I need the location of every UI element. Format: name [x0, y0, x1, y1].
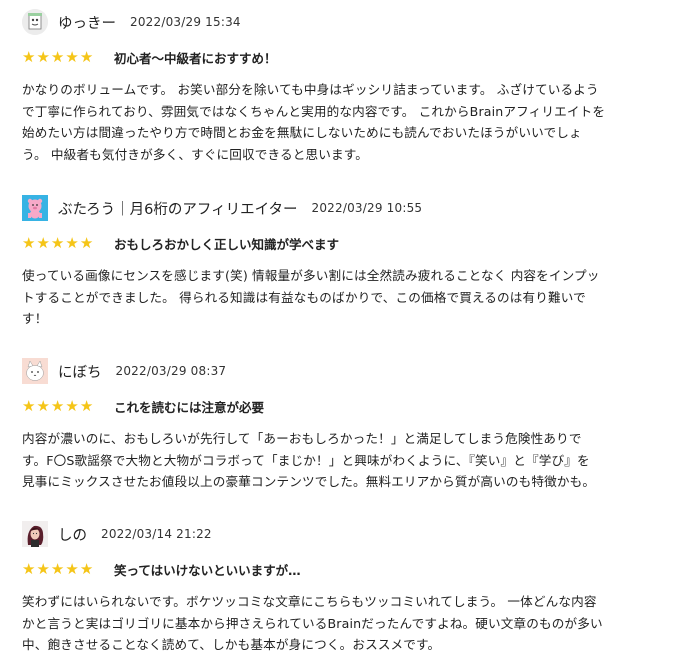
review-body-line: 内容が濃いのに、おもしろいが先行して「あーおもしろかった！」と満足してしまう危険… — [22, 431, 582, 446]
review-date: 2022/03/29 10:55 — [311, 201, 423, 215]
star-rating: ★ ★ ★ ★ ★ — [22, 233, 102, 252]
reviewer-name[interactable]: にぼち — [58, 361, 102, 382]
review-list: ゆっきー 2022/03/29 15:34 ★ ★ ★ ★ ★ 初心者〜中級者に… — [0, 0, 683, 662]
review-body: 内容が濃いのに、おもしろいが先行して「あーおもしろかった！」と満足してしまう危険… — [22, 428, 667, 493]
review-header: にぼち 2022/03/29 08:37 — [22, 357, 667, 385]
star-icon: ★ — [36, 396, 50, 415]
star-icon: ★ — [22, 559, 36, 578]
star-icon: ★ — [36, 233, 50, 252]
star-icon: ★ — [50, 47, 65, 66]
review-title: おもしろおかしく正しい知識が学べます — [114, 236, 340, 252]
star-icon: ★ — [22, 233, 36, 252]
star-icon: ★ — [65, 47, 79, 66]
rating-row: ★ ★ ★ ★ ★ おもしろおかしく正しい知識が学べます — [22, 232, 667, 254]
star-icon: ★ — [50, 559, 65, 578]
star-icon: ★ — [22, 396, 36, 415]
reviewer-name[interactable]: しの — [58, 524, 87, 545]
review-title: これを読むには注意が必要 — [114, 399, 265, 415]
star-icon: ★ — [50, 233, 65, 252]
review-body-line: で丁寧に作られており、雰囲気ではなくちゃんと実用的な内容です。 これからBrai… — [22, 103, 606, 119]
star-icon: ★ — [79, 559, 94, 578]
star-icon: ★ — [79, 47, 94, 66]
review-body-line: 笑わずにはいられないです。ボケツッコミな文章にこちらもツッコミいれてしまう。 一… — [22, 594, 597, 609]
review-body-line: 中、飽きさせることなく読めて、しかも基本が身につく。おススメです。 — [22, 637, 441, 652]
review-date: 2022/03/14 21:22 — [101, 527, 212, 541]
star-icon: ★ — [36, 47, 50, 66]
review-date: 2022/03/29 15:34 — [130, 15, 241, 29]
star-icon: ★ — [50, 396, 65, 415]
review-item: しの 2022/03/14 21:22 ★ ★ ★ ★ ★ 笑ってはいけないとい… — [22, 520, 667, 656]
review-header: しの 2022/03/14 21:22 — [22, 520, 667, 548]
white-cat-avatar-icon[interactable] — [22, 358, 48, 384]
woman-portrait-avatar-icon[interactable] — [22, 521, 48, 547]
star-icon: ★ — [79, 396, 94, 415]
star-rating: ★ ★ ★ ★ ★ — [22, 559, 102, 578]
star-icon: ★ — [22, 47, 36, 66]
review-date: 2022/03/29 08:37 — [115, 364, 227, 378]
rating-row: ★ ★ ★ ★ ★ 初心者〜中級者におすすめ！ — [22, 46, 667, 68]
review-header: ゆっきー 2022/03/29 15:34 — [22, 8, 667, 36]
reviewer-name[interactable]: ゆっきー — [58, 12, 116, 33]
review-body-line: す！ — [22, 311, 48, 326]
review-body: かなりのボリュームです。 お笑い部分を除いても中身はギッシリ詰まっています。 ふ… — [22, 79, 667, 165]
review-body-line: 見事にミックスさせたお値段以上の豪華コンテンツでした。無料エリアから質が高いのも… — [22, 474, 596, 489]
review-body-line: かなりのボリュームです。 お笑い部分を除いても中身はギッシリ詰まっています。 ふ… — [22, 82, 599, 97]
review-body-line: かと言うと実はゴリゴリに基本から押さえられているBrainだったんですよね。硬い… — [22, 615, 603, 631]
review-body-line: す。F〇S歌謡祭で大物と大物がコラボって「まじか！」と興味がわくように、『笑い』… — [22, 452, 590, 468]
rating-row: ★ ★ ★ ★ ★ これを読むには注意が必要 — [22, 395, 667, 417]
star-icon: ★ — [65, 233, 79, 252]
review-body-line: 始めたい方は間違ったやり方で時間とお金を無駄にしないためにも読んでおいたほうがい… — [22, 125, 582, 140]
sketch-character-avatar-icon[interactable] — [22, 9, 48, 35]
review-body-line: トすることができました。 得られる知識は有益なものばかりで、この価格で買えるのは… — [22, 289, 586, 305]
reviewer-name[interactable]: ぶたろう｜月6桁のアフィリエイター — [58, 198, 297, 219]
star-rating: ★ ★ ★ ★ ★ — [22, 47, 102, 66]
review-item: ゆっきー 2022/03/29 15:34 ★ ★ ★ ★ ★ 初心者〜中級者に… — [22, 8, 667, 165]
pink-pig-character-avatar-icon[interactable] — [22, 195, 48, 221]
review-header: ぶたろう｜月6桁のアフィリエイター 2022/03/29 10:55 — [22, 194, 667, 222]
star-icon: ★ — [36, 559, 50, 578]
rating-row: ★ ★ ★ ★ ★ 笑ってはいけないといいますが… — [22, 558, 667, 580]
star-rating: ★ ★ ★ ★ ★ — [22, 396, 102, 415]
review-body: 笑わずにはいられないです。ボケツッコミな文章にこちらもツッコミいれてしまう。 一… — [22, 591, 667, 656]
star-icon: ★ — [65, 396, 79, 415]
review-title: 初心者〜中級者におすすめ！ — [114, 50, 277, 66]
review-item: にぼち 2022/03/29 08:37 ★ ★ ★ ★ ★ これを読むには注意… — [22, 357, 667, 493]
star-icon: ★ — [79, 233, 94, 252]
review-body-line: う。 中級者も気付きが多く、すぐに回収できると思います。 — [22, 146, 368, 162]
review-body: 使っている画像にセンスを感じます(笑) 情報量が多い割には全然読み疲れることなく… — [22, 265, 667, 330]
review-item: ぶたろう｜月6桁のアフィリエイター 2022/03/29 10:55 ★ ★ ★… — [22, 194, 667, 330]
star-icon: ★ — [65, 559, 79, 578]
review-body-line: 使っている画像にセンスを感じます(笑) 情報量が多い割には全然読み疲れることなく… — [22, 268, 600, 283]
review-title: 笑ってはいけないといいますが… — [114, 562, 301, 578]
